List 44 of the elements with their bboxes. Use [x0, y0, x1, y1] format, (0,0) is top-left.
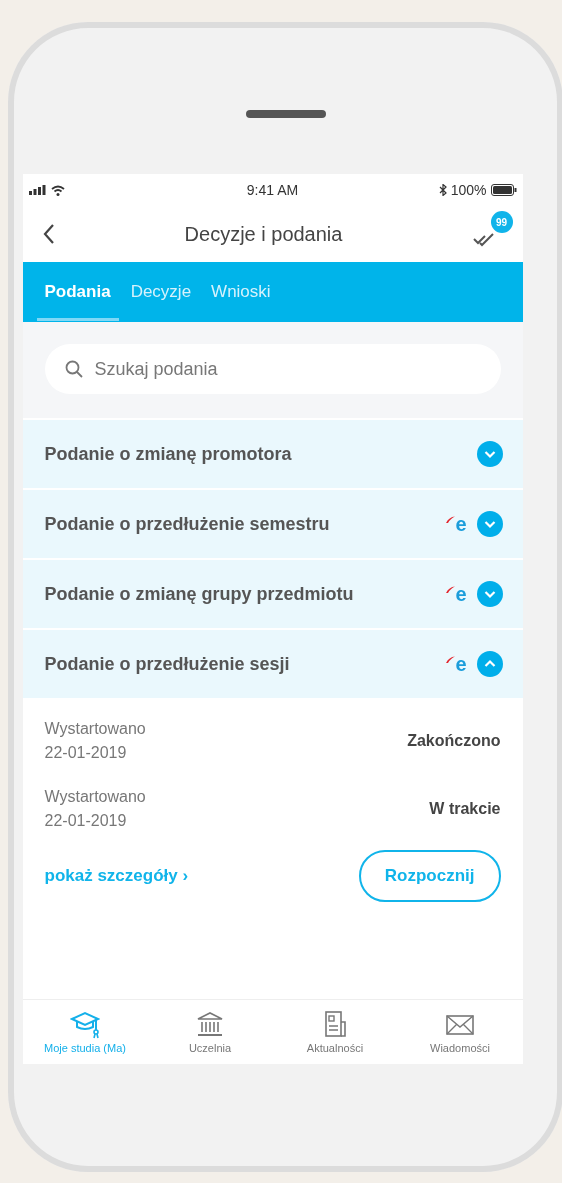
entry-label: Wystartowano [44, 720, 146, 738]
status-time: 9:41 AM [246, 182, 299, 198]
details-link[interactable]: pokaż szczegóły › [44, 866, 189, 886]
page-title: Decyzje i podania [184, 222, 343, 246]
e-service-logo: e [445, 654, 467, 674]
battery-percent: 100% [450, 182, 487, 198]
row-title: Podanie o zmianę promotora [44, 443, 293, 465]
nav-tab[interactable]: Moje studia (Ma) [22, 1000, 148, 1064]
search-field[interactable]: Szukaj podania [44, 344, 501, 394]
nav-tab[interactable]: Wiadomości [397, 1000, 523, 1064]
entry-status: W trakcie [429, 800, 501, 818]
graduation-cap-icon [70, 1010, 100, 1040]
list-row[interactable]: Podanie o przedłużenie sesji e [22, 630, 523, 698]
swoosh-mark [445, 586, 456, 594]
e-service-logo: e [445, 584, 467, 604]
list-row[interactable]: Podanie o zmianę promotora [22, 420, 523, 488]
swoosh-mark [445, 516, 456, 524]
back-button[interactable] [42, 223, 55, 245]
entry-label: Wystartowano [44, 788, 146, 806]
wifi-icon [50, 184, 65, 196]
double-check-icon [472, 233, 497, 247]
list-row[interactable]: Podanie o zmianę grupy przedmiotu e [22, 560, 523, 628]
expand-icon[interactable] [476, 581, 503, 607]
e-service-logo: e [445, 514, 467, 534]
row-title: Podanie o przedłużenie semestru [44, 513, 331, 535]
collapse-icon[interactable] [476, 651, 503, 677]
nav-tab[interactable]: Aktualności [272, 1000, 398, 1064]
swoosh-mark [445, 656, 456, 664]
back-icon [42, 223, 55, 245]
start-button[interactable]: Rozpocznij [358, 850, 501, 902]
count-badge: 99 [490, 211, 513, 233]
signal-icon [28, 185, 47, 195]
entry-date: 22-01-2019 [44, 812, 128, 830]
nav-tab[interactable]: Uczelnia [147, 1000, 273, 1064]
list-row[interactable]: Podanie o przedłużenie semestru e [22, 490, 523, 558]
entry-status: Zakończono [407, 732, 501, 750]
row-title: Podanie o zmianę grupy przedmiotu [44, 583, 355, 605]
row-title: Podanie o przedłużenie sesji [44, 653, 291, 675]
battery-icon [490, 184, 517, 196]
expand-icon[interactable] [476, 511, 503, 537]
expand-icon[interactable] [476, 441, 503, 467]
bluetooth-icon [438, 184, 447, 196]
entry-date: 22-01-2019 [44, 744, 128, 762]
read-all-button[interactable]: 99 [472, 211, 513, 247]
